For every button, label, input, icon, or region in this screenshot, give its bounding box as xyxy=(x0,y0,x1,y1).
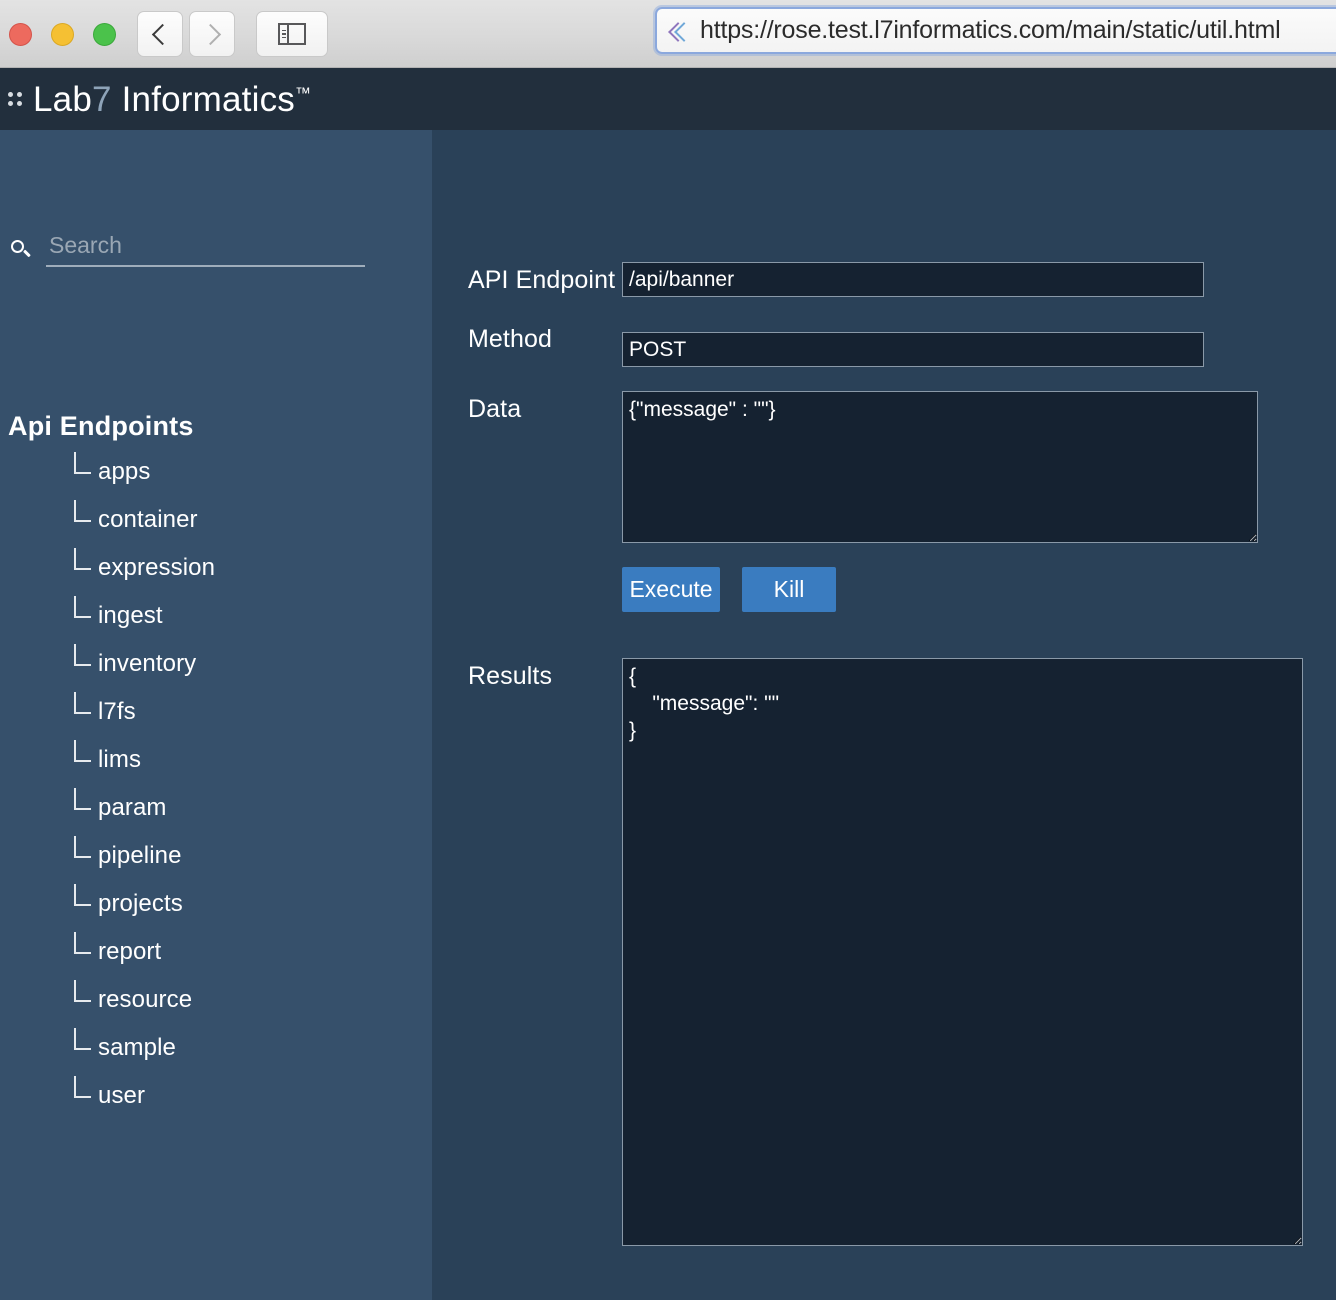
sidebar-item-label: l7fs xyxy=(98,698,136,725)
chevron-left-icon xyxy=(151,23,173,45)
tree-elbow-icon xyxy=(74,836,91,858)
results-textarea[interactable]: { "message": "" } xyxy=(622,658,1303,1246)
sidebar-item-l7fs[interactable]: l7fs xyxy=(0,688,432,736)
close-window-button[interactable] xyxy=(9,23,32,46)
tree-elbow-icon xyxy=(74,500,91,522)
sidebar-item-user[interactable]: user xyxy=(0,1072,432,1120)
endpoint-input[interactable] xyxy=(622,262,1204,297)
app-logo: Lab7 Informatics™ xyxy=(33,82,311,117)
method-row: Method xyxy=(468,321,1336,367)
sidebar-item-label: apps xyxy=(98,458,151,485)
search-input[interactable] xyxy=(46,232,365,267)
sidebar-item-label: inventory xyxy=(98,650,197,677)
sidebar-panel-icon xyxy=(278,23,306,45)
sidebar-item-apps[interactable]: apps xyxy=(0,448,432,496)
data-label: Data xyxy=(468,395,522,423)
endpoint-row: API Endpoint xyxy=(468,262,1336,297)
url-text: https://rose.test.l7informatics.com/main… xyxy=(700,16,1281,44)
sidebar-item-label: param xyxy=(98,794,167,821)
sidebar-item-inventory[interactable]: inventory xyxy=(0,640,432,688)
sidebar-item-expression[interactable]: expression xyxy=(0,544,432,592)
execute-button[interactable]: Execute xyxy=(622,567,720,612)
logo-informatics: Informatics xyxy=(121,79,295,119)
sidebar-item-label: report xyxy=(98,938,162,965)
reader-view-icon[interactable] xyxy=(671,18,690,44)
method-input[interactable] xyxy=(622,332,1204,367)
sidebar-item-label: expression xyxy=(98,554,216,581)
sidebar-item-projects[interactable]: projects xyxy=(0,880,432,928)
tree-elbow-icon xyxy=(74,548,91,570)
sidebar-item-sample[interactable]: sample xyxy=(0,1024,432,1072)
tree-elbow-icon xyxy=(74,884,91,906)
tree-elbow-icon xyxy=(74,740,91,762)
sidebar-toggle-button[interactable] xyxy=(256,11,328,57)
data-textarea[interactable]: {"message" : ""} xyxy=(622,391,1258,543)
method-label: Method xyxy=(468,325,552,353)
sidebar-item-label: lims xyxy=(98,746,142,773)
back-button[interactable] xyxy=(137,11,183,57)
browser-chrome: https://rose.test.l7informatics.com/main… xyxy=(0,0,1336,68)
sidebar-item-resource[interactable]: resource xyxy=(0,976,432,1024)
sidebar-item-label: pipeline xyxy=(98,842,182,869)
sidebar-item-lims[interactable]: lims xyxy=(0,736,432,784)
logo-lab: Lab xyxy=(33,79,92,119)
sidebar-item-label: resource xyxy=(98,986,193,1013)
search-row xyxy=(0,232,432,267)
tree-title: Api Endpoints xyxy=(8,411,194,441)
window-traffic-lights xyxy=(9,23,116,46)
sidebar-item-ingest[interactable]: ingest xyxy=(0,592,432,640)
tree-elbow-icon xyxy=(74,1076,91,1098)
sidebar-item-container[interactable]: container xyxy=(0,496,432,544)
sidebar-item-label: ingest xyxy=(98,602,163,629)
sidebar-item-report[interactable]: report xyxy=(0,928,432,976)
forward-button[interactable] xyxy=(189,11,235,57)
navigation-buttons xyxy=(137,11,235,57)
app-menu-dots-icon[interactable] xyxy=(8,89,22,109)
results-label: Results xyxy=(468,662,553,690)
address-bar[interactable]: https://rose.test.l7informatics.com/main… xyxy=(655,7,1336,54)
logo-seven: 7 xyxy=(92,79,112,119)
tree-elbow-icon xyxy=(74,1028,91,1050)
tree-elbow-icon xyxy=(74,452,91,474)
logo-trademark: ™ xyxy=(294,84,311,102)
minimize-window-button[interactable] xyxy=(51,23,74,46)
sidebar-item-label: projects xyxy=(98,890,183,917)
sidebar-item-param[interactable]: param xyxy=(0,784,432,832)
app-header: Lab7 Informatics™ xyxy=(0,68,1336,130)
maximize-window-button[interactable] xyxy=(93,23,116,46)
sidebar-item-pipeline[interactable]: pipeline xyxy=(0,832,432,880)
endpoint-label: API Endpoint xyxy=(468,266,616,294)
api-test-form: API Endpoint Method Data {"message" : ""… xyxy=(468,262,1336,1270)
kill-button[interactable]: Kill xyxy=(742,567,836,612)
sidebar-item-label: user xyxy=(98,1082,146,1109)
results-row: Results { "message": "" } xyxy=(468,658,1336,1246)
sidebar-item-label: container xyxy=(98,506,198,533)
tree-elbow-icon xyxy=(74,932,91,954)
api-endpoints-tree: apps container expression ingest invento… xyxy=(0,448,432,1120)
tree-elbow-icon xyxy=(74,596,91,618)
sidebar-item-label: sample xyxy=(98,1034,176,1061)
page-body: Api Endpoints apps container expression … xyxy=(0,130,1336,1300)
chevron-right-icon xyxy=(199,23,221,45)
search-icon xyxy=(10,239,32,261)
tree-elbow-icon xyxy=(74,788,91,810)
data-row: Data {"message" : ""} xyxy=(468,391,1336,543)
main-panel: API Endpoint Method Data {"message" : ""… xyxy=(432,130,1336,1300)
sidebar: Api Endpoints apps container expression … xyxy=(0,130,432,1300)
action-buttons: Execute Kill xyxy=(622,567,1336,612)
tree-elbow-icon xyxy=(74,644,91,666)
tree-elbow-icon xyxy=(74,980,91,1002)
tree-elbow-icon xyxy=(74,692,91,714)
